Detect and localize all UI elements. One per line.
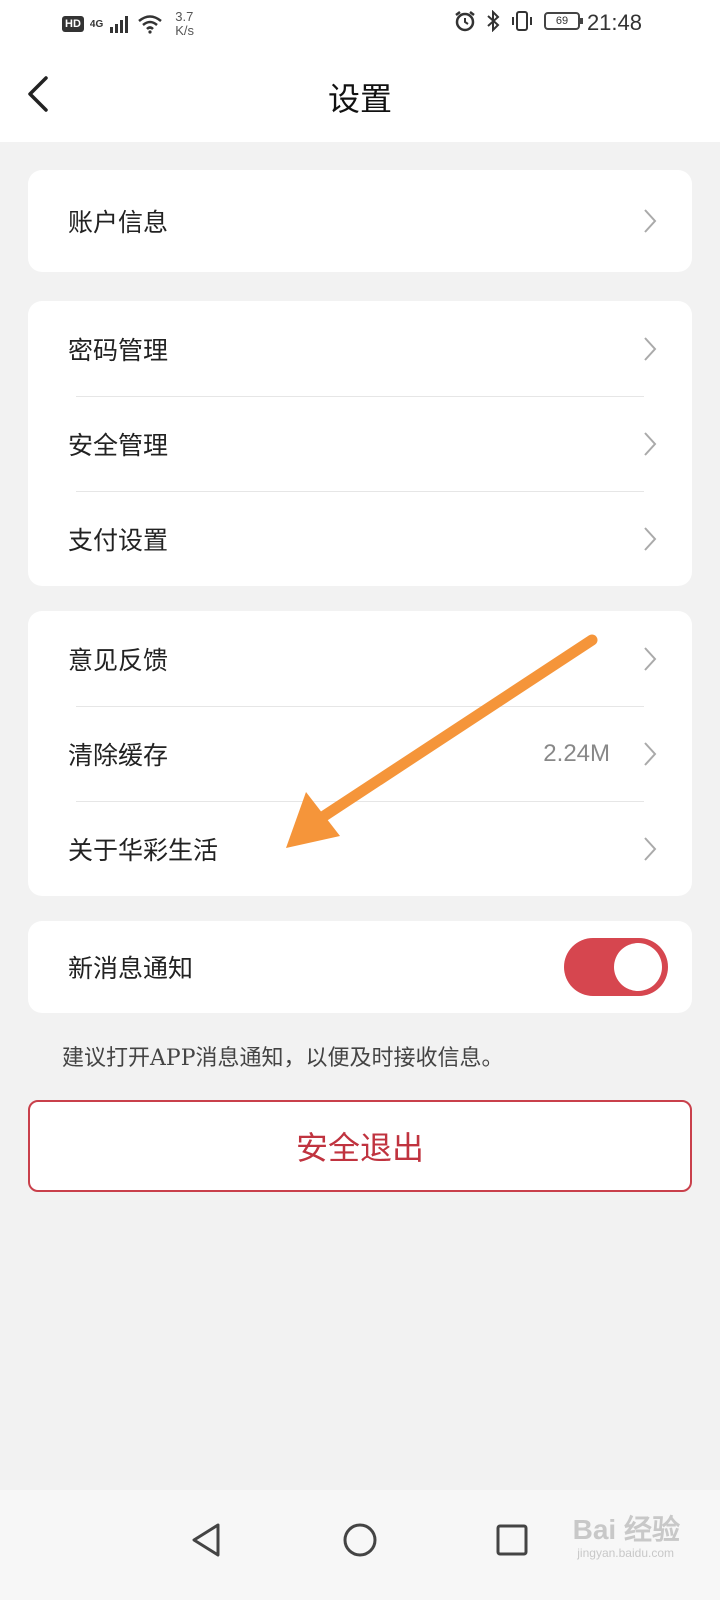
alarm-icon <box>455 11 475 32</box>
toggle-knob <box>614 943 662 991</box>
nav-home-button[interactable] <box>330 1510 390 1570</box>
safety-label: 安全管理 <box>68 430 169 460</box>
baidu-watermark-url: jingyan.baidu.com <box>577 1546 674 1560</box>
notify-label: 新消息通知 <box>68 954 194 983</box>
bluetooth-icon <box>487 10 500 32</box>
net-speed-unit: K/s <box>175 23 195 38</box>
row-password[interactable]: 密码管理 <box>28 301 692 396</box>
chevron-right-icon <box>644 836 657 861</box>
clear-cache-label: 清除缓存 <box>68 740 169 770</box>
status-left: HD 4G 3.7 K/s <box>62 10 194 38</box>
chevron-right-icon <box>644 336 657 361</box>
about-label: 关于华彩生活 <box>68 835 219 865</box>
account-card: 账户信息 <box>28 170 692 272</box>
row-account-info[interactable]: 账户信息 <box>28 170 692 272</box>
signal-icon <box>110 16 129 33</box>
status-bar: HD 4G 3.7 K/s 69 21:48 <box>0 0 720 48</box>
row-payment[interactable]: 支付设置 <box>28 491 692 586</box>
nav-recents-button[interactable] <box>482 1510 542 1570</box>
notify-hint: 建议打开APP消息通知，以便及时接收信息。 <box>62 1046 504 1071</box>
vibrate-icon <box>512 11 532 31</box>
password-label: 密码管理 <box>68 335 169 365</box>
clock: 21:48 <box>586 10 642 35</box>
status-right-icons: 69 <box>454 10 583 32</box>
chevron-right-icon <box>644 646 657 671</box>
baidu-watermark: Bai 经验 <box>572 1514 680 1545</box>
chevron-right-icon <box>644 741 657 766</box>
notify-card: 新消息通知 <box>28 921 692 1013</box>
net-speed: 3.7 K/s <box>175 10 194 38</box>
square-recents-icon <box>496 1524 528 1556</box>
row-feedback[interactable]: 意见反馈 <box>28 611 692 706</box>
notify-toggle[interactable] <box>564 938 668 996</box>
payment-label: 支付设置 <box>68 525 169 555</box>
triangle-back-icon <box>192 1523 220 1557</box>
row-notify: 新消息通知 <box>28 921 692 1013</box>
row-clear-cache[interactable]: 清除缓存 2.24M <box>28 706 692 801</box>
page-title: 设置 <box>327 80 392 118</box>
battery-icon: 69 <box>544 12 583 30</box>
logout-button[interactable]: 安全退出 <box>28 1100 692 1192</box>
misc-card: 意见反馈 清除缓存 2.24M 关于华彩生活 <box>28 611 692 896</box>
network-type: 4G <box>89 18 104 30</box>
wifi-icon <box>138 15 163 34</box>
chevron-right-icon <box>644 209 657 233</box>
cache-size: 2.24M <box>543 739 610 767</box>
circle-home-icon <box>343 1523 377 1557</box>
security-card: 密码管理 安全管理 支付设置 <box>28 301 692 586</box>
row-about[interactable]: 关于华彩生活 <box>28 801 692 896</box>
chevron-right-icon <box>644 431 657 456</box>
chevron-right-icon <box>644 526 657 551</box>
net-speed-value: 3.7 <box>175 9 194 24</box>
feedback-label: 意见反馈 <box>68 645 169 675</box>
row-safety[interactable]: 安全管理 <box>28 396 692 491</box>
hd-badge: HD <box>62 16 84 32</box>
account-info-label: 账户信息 <box>68 208 169 237</box>
battery-level: 69 <box>555 15 569 27</box>
nav-back-button[interactable] <box>176 1510 236 1570</box>
